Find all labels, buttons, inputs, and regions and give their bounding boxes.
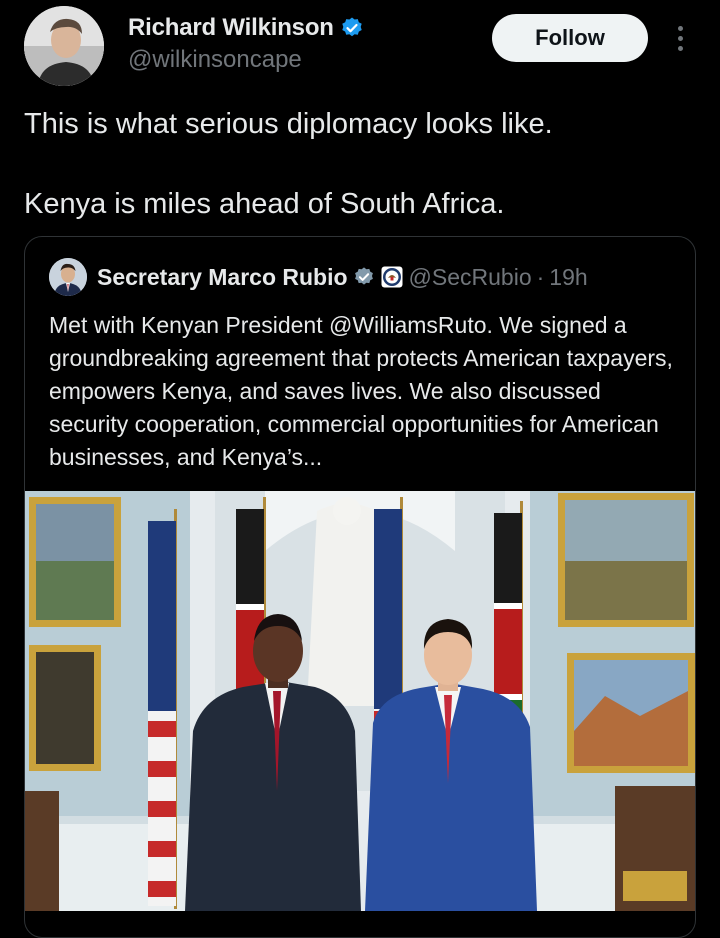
tweet-header: Richard Wilkinson @wilkinsoncape Follow xyxy=(0,0,720,92)
quoted-display-name[interactable]: Secretary Marco Rubio xyxy=(97,264,348,291)
author-display-name[interactable]: Richard Wilkinson xyxy=(128,14,334,42)
follow-button[interactable]: Follow xyxy=(492,14,648,62)
quoted-tweet-photo[interactable] xyxy=(25,491,695,911)
tweet-body: This is what serious diplomacy looks lik… xyxy=(24,104,694,224)
meta-separator: · xyxy=(536,263,545,290)
gray-verified-badge-icon xyxy=(354,267,373,285)
tweet-text-line: This is what serious diplomacy looks lik… xyxy=(24,108,553,140)
state-department-seal-icon xyxy=(381,266,403,288)
quoted-timestamp[interactable]: 19h xyxy=(549,264,587,291)
author-handle[interactable]: @wilkinsoncape xyxy=(128,46,302,74)
more-dots-icon[interactable] xyxy=(668,20,692,56)
tweet-text-line: Kenya is miles ahead of South Africa. xyxy=(24,188,505,220)
verified-badge-icon xyxy=(342,17,362,37)
quoted-author-avatar xyxy=(49,258,87,296)
author-avatar[interactable] xyxy=(24,6,104,86)
quoted-tweet-card[interactable]: Secretary Marco Rubio @SecRubio · 19h Me… xyxy=(24,236,696,938)
quoted-tweet-header: Secretary Marco Rubio @SecRubio · 19h xyxy=(49,257,588,297)
quoted-handle[interactable]: @SecRubio xyxy=(409,264,532,291)
quoted-tweet-text: Met with Kenyan President @WilliamsRuto.… xyxy=(49,312,673,470)
